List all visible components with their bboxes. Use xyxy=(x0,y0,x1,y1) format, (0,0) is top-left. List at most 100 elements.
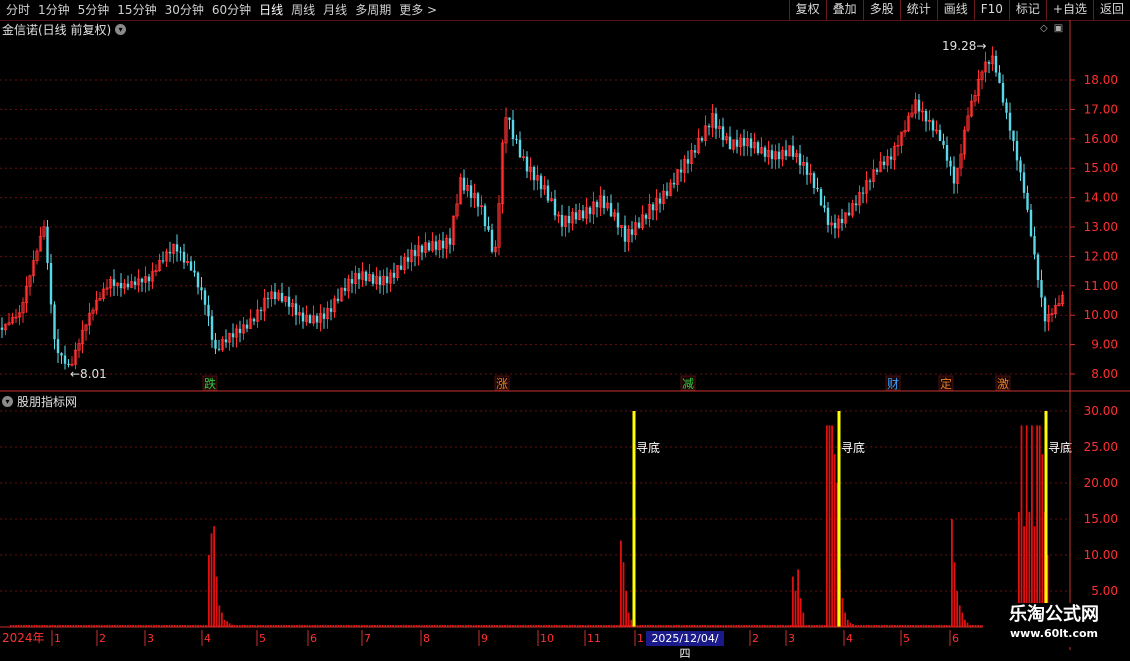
candle-body xyxy=(952,166,956,184)
candle-body xyxy=(1005,102,1008,113)
candle-body xyxy=(126,283,130,288)
candle-body xyxy=(469,185,473,198)
indicator-bar xyxy=(622,562,625,627)
indicator-bar xyxy=(1031,425,1033,627)
indicator-tick-label: 10.00 xyxy=(1084,548,1118,562)
candle-body xyxy=(889,156,893,160)
month-label: 8 xyxy=(423,632,430,645)
candle-body xyxy=(567,215,571,224)
candle-body xyxy=(672,182,676,185)
candle-body xyxy=(273,291,277,300)
candle-body xyxy=(714,113,718,129)
indicator-bar xyxy=(1020,425,1023,627)
candle-body xyxy=(196,272,200,288)
candle-body xyxy=(238,328,242,334)
candle-body xyxy=(833,222,837,229)
candle-body xyxy=(427,242,431,251)
candle-body xyxy=(553,198,557,216)
candle-body xyxy=(644,214,648,219)
month-label: 5 xyxy=(259,632,266,645)
candle-body xyxy=(231,333,235,338)
candle-body xyxy=(1040,280,1043,298)
candle-body xyxy=(812,173,816,189)
candle-body xyxy=(182,251,186,263)
candle-body xyxy=(175,244,179,252)
candle-body xyxy=(266,298,270,300)
candle-body xyxy=(207,304,210,317)
indicator-bar xyxy=(797,569,799,627)
indicator-axis-ticks: 30.00 25.00 20.00 15.00 10.00 5.00 xyxy=(1084,404,1118,598)
candle-body xyxy=(1001,82,1005,103)
indicator-bar xyxy=(956,591,958,627)
candle-body xyxy=(487,226,490,230)
candle-body xyxy=(1036,254,1040,281)
candle-body xyxy=(742,137,746,146)
indicator-bar xyxy=(1036,425,1038,627)
candle-body xyxy=(406,257,410,262)
candle-body xyxy=(441,240,445,249)
indicator-bar xyxy=(208,555,210,627)
candle-body xyxy=(994,55,998,73)
candle-body xyxy=(756,142,760,154)
watermark-url: www.60lt.com xyxy=(1009,627,1099,640)
indicator-bar xyxy=(1038,425,1041,627)
candle-body xyxy=(917,99,921,112)
candle-body xyxy=(189,261,193,271)
candle-body xyxy=(1033,236,1036,255)
candle-body xyxy=(854,203,858,206)
indicator-bar xyxy=(799,598,802,627)
candle-body xyxy=(483,205,487,227)
candle-body xyxy=(350,279,354,284)
candle-body xyxy=(942,140,945,146)
indicator-bar xyxy=(620,540,622,627)
candle-body xyxy=(1019,160,1022,173)
indicator-bar xyxy=(958,605,961,627)
price-tick-label: 11.00 xyxy=(1084,279,1118,293)
price-tick-label: 9.00 xyxy=(1091,338,1118,352)
candle-body xyxy=(931,120,935,131)
indicator-bar xyxy=(792,576,794,627)
candle-body xyxy=(770,150,774,160)
candle-body xyxy=(546,185,550,201)
indicator-tick-label: 20.00 xyxy=(1084,476,1118,490)
candle-body xyxy=(735,139,739,147)
candle-body xyxy=(819,189,823,206)
event-tag-3: 财 xyxy=(887,377,899,391)
candle-body xyxy=(693,150,697,153)
indicator-bar xyxy=(833,454,836,627)
candle-body xyxy=(343,288,347,291)
chevron-down-icon[interactable]: ▾ xyxy=(115,23,127,35)
indicator-tick-label: 25.00 xyxy=(1084,440,1118,454)
candle-body xyxy=(214,339,217,349)
candle-body xyxy=(805,162,809,175)
candle-body xyxy=(1022,172,1026,193)
candle-body xyxy=(252,318,256,322)
candle-body xyxy=(924,110,928,122)
candle-body xyxy=(217,348,221,350)
candle-body xyxy=(588,207,592,214)
indicator-bars xyxy=(10,425,1065,627)
stock-title: 金信诺(日线 前复权) xyxy=(2,22,112,37)
month-label: 1 xyxy=(54,632,61,645)
candle-body xyxy=(847,212,851,216)
chart-corner-icons: ◇ ▣ xyxy=(1040,23,1063,34)
candle-body xyxy=(749,138,753,148)
chevron-down-icon[interactable]: ▾ xyxy=(2,395,13,407)
candlestick-series: 19.28→ ←8.01 xyxy=(0,39,1065,381)
main-chart[interactable]: 19.28→←8.01 寻底 寻底 寻底 18.0017.0016.0015.001… xyxy=(0,0,1130,650)
candle-body xyxy=(868,180,872,182)
price-tick-label: 14.00 xyxy=(1084,191,1118,205)
month-label: 10 xyxy=(540,632,554,645)
diamond-icon[interactable]: ◇ xyxy=(1040,23,1048,34)
candle-body xyxy=(357,273,361,280)
month-label: 6 xyxy=(952,632,959,645)
watermark: 乐淘公式网 www.60lt.com xyxy=(983,603,1125,647)
event-tags: 跌涨减财定激 xyxy=(202,375,1011,391)
month-label: 6 xyxy=(310,632,317,645)
event-tag-0: 跌 xyxy=(204,376,216,391)
window-icon[interactable]: ▣ xyxy=(1054,23,1063,34)
month-label: 3 xyxy=(788,632,795,645)
stock-title-bar: 金信诺(日线 前复权) ▾ xyxy=(2,21,127,37)
candle-body xyxy=(140,278,144,283)
candle-body xyxy=(53,304,56,340)
